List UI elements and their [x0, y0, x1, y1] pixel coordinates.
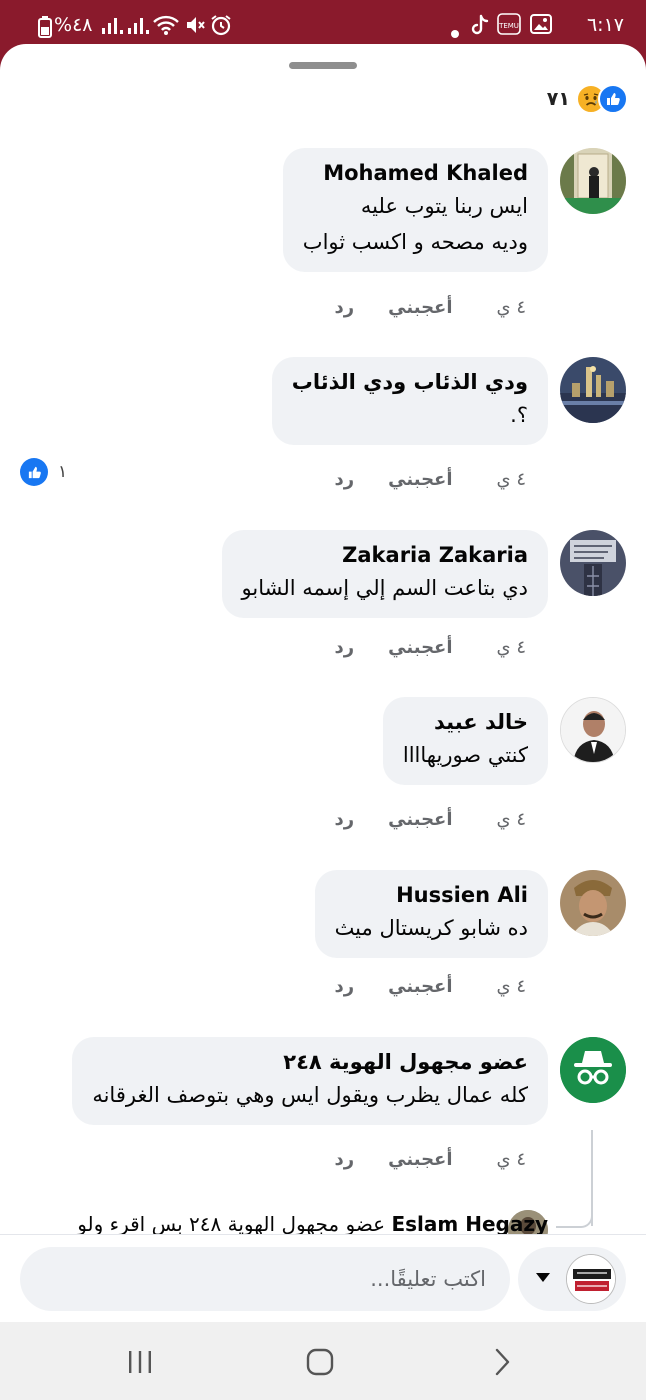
comment-actions: ٤ ي أعجبني رد	[335, 804, 526, 834]
post-reactions-summary[interactable]: ٧١	[547, 84, 628, 114]
reaction-count: ٧١	[546, 88, 570, 110]
comment-time: ٤ ي	[496, 1148, 526, 1170]
comment-bubble[interactable]: عضو مجهول الهوية ٢٤٨ كله عمال يظرب ويقول…	[72, 1037, 548, 1125]
comment-input[interactable]	[20, 1247, 510, 1311]
comments-sheet: ٧١ Mohamed Khaled ايس ربنا يتوب عليه ودي…	[0, 44, 646, 1322]
comment-text: دي بتاعت السم إلي إسمه الشابو	[241, 576, 528, 600]
wifi-icon	[152, 14, 180, 43]
signal-2-icon	[126, 14, 152, 43]
comment-text: وديه مصحه و اكسب ثواب	[302, 230, 528, 254]
comment-author[interactable]: عضو مجهول الهوية ٢٤٨	[92, 1047, 528, 1077]
chevron-down-icon	[536, 1273, 550, 1282]
mute-icon	[184, 14, 206, 43]
notification-dot-icon	[450, 20, 460, 46]
comment-actions: ٤ ي أعجبني رد	[335, 1144, 526, 1174]
avatar[interactable]	[560, 530, 626, 596]
like-button[interactable]: أعجبني	[388, 1149, 452, 1170]
comment-author[interactable]: Zakaria Zakaria	[242, 540, 528, 570]
avatar[interactable]	[560, 697, 626, 763]
comment-author[interactable]: Mohamed Khaled	[303, 158, 528, 188]
tiktok-icon	[470, 14, 490, 43]
comment-bubble[interactable]: خالد عبيد كنتي صوريهاااا	[382, 697, 548, 785]
comment-actions: ٤ ي أعجبني رد	[335, 632, 526, 662]
comment-text: ؟.	[510, 403, 528, 427]
comment-reaction-count: ١	[58, 462, 68, 482]
reply-button[interactable]: رد	[335, 297, 355, 318]
comment-author[interactable]: خالد عبيد	[403, 707, 528, 737]
reply-author[interactable]: Eslam Hegazy	[391, 1212, 548, 1236]
comment-text: ده شابو كريستال ميث	[334, 916, 528, 940]
home-button[interactable]	[300, 1342, 340, 1382]
comment-time: ٤ ي	[496, 975, 526, 997]
alarm-icon	[210, 14, 232, 43]
like-icon	[598, 84, 628, 114]
like-button[interactable]: أعجبني	[388, 637, 452, 658]
like-button[interactable]: أعجبني	[388, 809, 452, 830]
reply-button[interactable]: رد	[335, 809, 355, 830]
comment-author[interactable]: Hussien Ali	[335, 880, 528, 910]
status-time: ٦:١٧	[586, 14, 624, 36]
svg-text:TEMU: TEMU	[498, 22, 519, 30]
comment-text: كله عمال يظرب ويقول ايس وهي بتوصف الغرقا…	[92, 1083, 528, 1107]
page-avatar	[566, 1254, 616, 1304]
comment-actions: ٤ ي أعجبني رد	[335, 971, 526, 1001]
comment-bubble[interactable]: ودي الذئاب ودي الذئاب ؟.	[271, 357, 548, 445]
comment-time: ٤ ي	[496, 468, 526, 490]
temu-icon: TEMU	[496, 12, 522, 39]
gallery-icon	[530, 14, 552, 41]
comment-actions: ٤ ي أعجبني رد	[335, 292, 526, 322]
comment-composer	[0, 1234, 646, 1322]
battery-icon	[38, 16, 52, 45]
anonymous-avatar-icon[interactable]	[560, 1037, 626, 1103]
like-button[interactable]: أعجبني	[388, 976, 452, 997]
reply-button[interactable]: رد	[335, 976, 355, 997]
system-navigation-bar	[0, 1322, 646, 1400]
avatar[interactable]	[560, 148, 626, 214]
reply-button[interactable]: رد	[335, 469, 355, 490]
like-button[interactable]: أعجبني	[388, 469, 452, 490]
comment-bubble[interactable]: Hussien Ali ده شابو كريستال ميث	[314, 870, 548, 958]
reply-button[interactable]: رد	[335, 637, 355, 658]
comment-bubble[interactable]: Mohamed Khaled ايس ربنا يتوب عليه وديه م…	[282, 148, 548, 272]
reply-thread-connector	[556, 1194, 593, 1228]
comment-reactions[interactable]: ١	[20, 458, 67, 486]
recent-apps-button[interactable]	[120, 1342, 160, 1382]
comment-bubble[interactable]: Zakaria Zakaria دي بتاعت السم إلي إسمه ا…	[221, 530, 548, 618]
reply-text: عضو مجهول الهوية ٢٤٨ بس اقرء ولو	[77, 1212, 386, 1236]
comment-time: ٤ ي	[496, 808, 526, 830]
comment-time: ٤ ي	[496, 636, 526, 658]
comment-text: كنتي صوريهاااا	[402, 743, 528, 767]
comment-text: ايس ربنا يتوب عليه	[360, 194, 528, 218]
avatar[interactable]	[560, 357, 626, 423]
avatar[interactable]	[560, 870, 626, 936]
signal-1-icon	[100, 14, 126, 43]
comment-author[interactable]: ودي الذئاب ودي الذئاب	[292, 367, 528, 397]
comment-time: ٤ ي	[496, 296, 526, 318]
reply-button[interactable]: رد	[335, 1149, 355, 1170]
like-button[interactable]: أعجبني	[388, 297, 452, 318]
comment-actions: ٤ ي أعجبني رد	[335, 464, 526, 494]
battery-percent: %٤٨	[54, 14, 93, 36]
drag-handle[interactable]	[289, 62, 357, 69]
like-icon	[20, 458, 48, 486]
profile-switcher[interactable]	[518, 1247, 626, 1311]
back-button[interactable]	[482, 1342, 522, 1382]
